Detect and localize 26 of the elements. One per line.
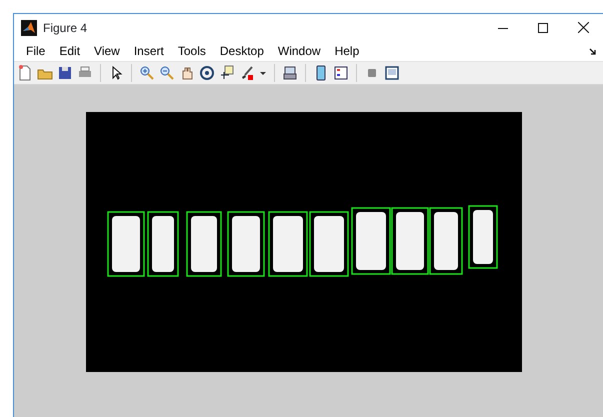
legend-button[interactable] (332, 64, 350, 82)
app-logo-icon (21, 20, 37, 36)
data-cursor-button[interactable] (218, 64, 236, 82)
zoom-in-icon (139, 65, 155, 81)
menu-item[interactable]: Insert (126, 43, 171, 59)
zoom-out-icon (159, 65, 175, 81)
save-button[interactable] (56, 64, 74, 82)
menu-item[interactable]: Edit (52, 43, 88, 59)
data-cursor-icon (219, 65, 235, 81)
legend-icon (333, 65, 349, 81)
save-icon (57, 65, 73, 81)
menu-item[interactable]: Desktop (212, 43, 271, 59)
dock-arrow-icon[interactable] (589, 48, 597, 56)
close-icon (578, 22, 588, 33)
dropdown-caret-icon (260, 72, 266, 74)
zoom-out-button[interactable] (158, 64, 176, 82)
menu-item[interactable]: Tools (170, 43, 213, 59)
new-file-icon (17, 65, 33, 81)
menu-item[interactable]: Help (328, 43, 366, 59)
menu-item[interactable]: File (19, 43, 52, 59)
window-title: Figure 4 (43, 20, 88, 36)
zoom-in-button[interactable] (138, 64, 156, 82)
menu-item[interactable]: View (87, 43, 127, 59)
brush-icon (239, 65, 255, 81)
maximize-icon (538, 22, 548, 32)
menu-item[interactable]: Window (270, 43, 328, 59)
